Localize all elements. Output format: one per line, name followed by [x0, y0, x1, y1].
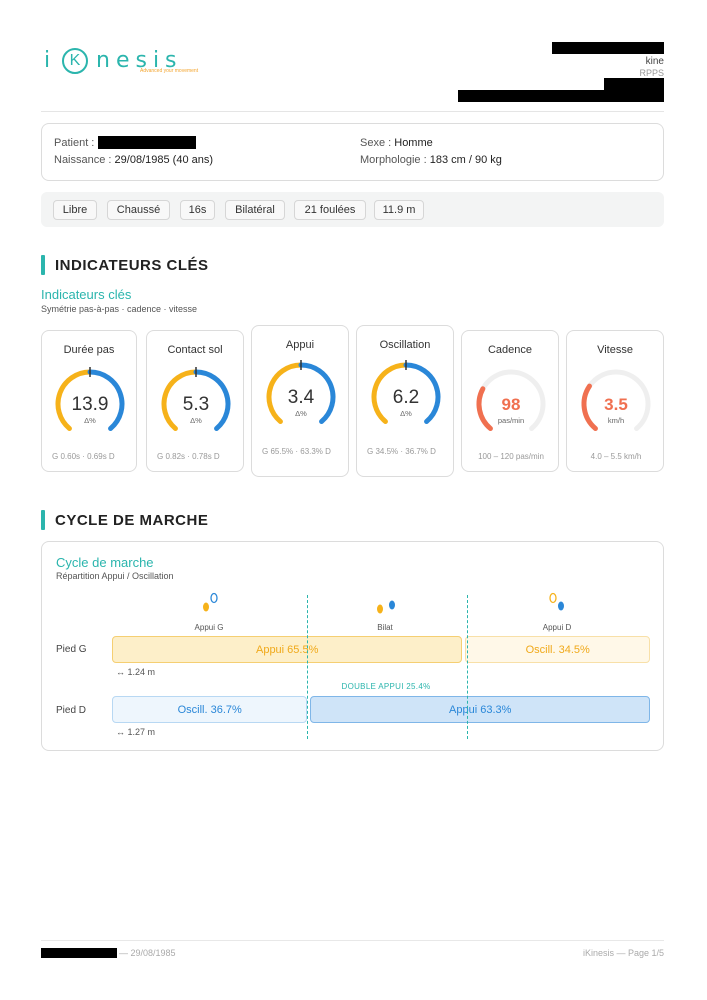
section-title-cycle: CYCLE DE MARCHE — [55, 512, 209, 529]
gauge-unit: Δ% — [400, 409, 412, 418]
gauge-dial: 98 pas/min — [476, 369, 546, 432]
section-accent — [41, 510, 45, 530]
sex-line: Sexe : Homme — [360, 137, 433, 149]
gauge-title: Appui — [285, 339, 315, 351]
gauge-unit: Δ% — [190, 416, 202, 425]
bilateral-feet-icon — [377, 600, 395, 614]
phase-label-left: Appui G — [194, 623, 224, 632]
practitioner-id-label: RPPS — [639, 68, 664, 78]
gauge-card: Cadence 98 pas/min 100 – 120 pas/min — [461, 330, 559, 472]
practitioner-role: kine — [645, 56, 664, 67]
gauge-title: Contact sol — [167, 344, 223, 356]
chip-strides: 21 foulées — [294, 200, 366, 220]
patient-label: Patient : — [54, 137, 95, 149]
right-stride-distance: ↔ 1.27 m — [116, 727, 156, 737]
chip-surface: Libre — [53, 200, 97, 220]
footer-page: iKinesis — Page 1/5 — [582, 948, 664, 958]
gauge-footnote: 4.0 – 5.5 km/h — [590, 452, 642, 461]
right-stance-feet-icon — [549, 592, 564, 611]
gauge-card: Durée pas 13.9 Δ% G 0.60s · 0.69s D — [41, 330, 137, 472]
double-support-start-line — [307, 595, 309, 739]
indicators-caption: Symétrie pas-à-pas · cadence · vitesse — [41, 304, 198, 314]
logo-k-icon: K — [62, 48, 88, 74]
double-support-end-line — [467, 595, 469, 739]
redacted-practitioner-id — [604, 78, 664, 90]
gauge-footnote: G 0.82s · 0.78s D — [157, 452, 220, 461]
redacted-practitioner-name — [552, 42, 664, 54]
chip-duration: 16s — [180, 200, 215, 220]
section-accent — [41, 255, 45, 275]
gauge-title: Oscillation — [379, 339, 431, 351]
gauge-card: Appui 3.4 Δ% G 65.5% · 63.3% D — [251, 325, 349, 477]
gauge-title: Durée pas — [63, 344, 115, 356]
gauge-value: 5.3 — [183, 394, 209, 415]
left-stride-distance: ↔ 1.24 m — [116, 667, 156, 677]
gauge-footnote: G 0.60s · 0.69s D — [52, 452, 115, 461]
birth-line: Naissance : 29/08/1985 (40 ans) — [54, 154, 214, 166]
chip-laterality: Bilatéral — [225, 200, 285, 220]
redacted-practitioner-address — [458, 90, 664, 102]
left-foot-label: Pied G — [56, 644, 87, 655]
footer-divider — [41, 940, 664, 941]
gauge-unit: Δ% — [84, 416, 96, 425]
gauge-unit: Δ% — [295, 409, 307, 418]
indicators-subtitle: Indicateurs clés — [41, 287, 132, 302]
gauge-value: 98 — [502, 395, 521, 414]
redacted-footer-patient-name — [41, 948, 117, 958]
gauge-dial: 6.2Δ% — [371, 360, 441, 425]
cycle-subtitle: Cycle de marche — [56, 555, 154, 570]
right-stance-bar: Appui 63.3% — [310, 696, 650, 723]
redacted-patient-name — [98, 136, 196, 149]
logo: K i nesis Advanced your movement — [44, 48, 199, 74]
gauge-value: 6.2 — [393, 387, 419, 408]
gauge-unit: pas/min — [498, 416, 524, 425]
gauge-title: Vitesse — [597, 344, 633, 356]
double-support-label: DOUBLE APPUI 25.4% — [341, 682, 431, 691]
gait-cycle-card: Cycle de marche Répartition Appui / Osci… — [41, 541, 664, 751]
gauge-card: Contact sol 5.3 Δ% G 0.82s · 0.78s D — [146, 330, 244, 472]
gauge-footnote: G 34.5% · 36.7% D — [367, 447, 436, 456]
footer-birth: — 29/08/1985 — [119, 948, 176, 958]
patient-card: Patient : Naissance : 29/08/1985 (40 ans… — [41, 123, 664, 181]
gauge-card: Vitesse 3.5 km/h 4.0 – 5.5 km/h — [566, 330, 664, 472]
header-divider — [41, 111, 664, 112]
gauge-footnote: 100 – 120 pas/min — [478, 452, 544, 461]
morphology-line: Morphologie : 183 cm / 90 kg — [360, 154, 502, 166]
gauge-title: Cadence — [487, 344, 533, 356]
section-title-indicators: INDICATEURS CLÉS — [55, 257, 209, 274]
gauge-value: 3.5 — [604, 395, 628, 414]
gauge-value: 13.9 — [72, 394, 109, 415]
gauge-footnote: G 65.5% · 63.3% D — [262, 447, 331, 456]
gauge-fill-arc — [476, 386, 493, 432]
gauge-dial: 5.3Δ% — [161, 367, 231, 432]
gauge-dial: 3.5 km/h — [581, 369, 651, 432]
gauge-unit: km/h — [608, 416, 624, 425]
gauge-fill-arc — [581, 383, 598, 432]
phase-label-bilateral: Bilat — [377, 623, 393, 632]
test-conditions-bar: Libre Chaussé 16s Bilatéral 21 foulées 1… — [41, 192, 664, 227]
left-stance-feet-icon — [203, 592, 218, 612]
right-swing-bar: Oscill. 36.7% — [112, 696, 308, 723]
chip-footwear: Chaussé — [107, 200, 170, 220]
gauge-dial: 3.4Δ% — [266, 360, 336, 425]
logo-tagline: Advanced your movement — [140, 68, 199, 74]
gauge-value: 3.4 — [288, 387, 315, 408]
left-swing-bar: Oscill. 34.5% — [465, 636, 650, 663]
chip-distance: 11.9 m — [374, 200, 424, 220]
gauge-card: Oscillation 6.2 Δ% G 34.5% · 36.7% D — [356, 325, 454, 477]
left-stance-bar: Appui 65.5% — [112, 636, 463, 663]
phase-label-right: Appui D — [542, 623, 572, 632]
right-foot-label: Pied D — [56, 705, 87, 716]
cycle-caption: Répartition Appui / Oscillation — [56, 571, 174, 581]
logo-text: i — [44, 48, 57, 73]
gauge-dial: 13.9Δ% — [55, 367, 125, 432]
